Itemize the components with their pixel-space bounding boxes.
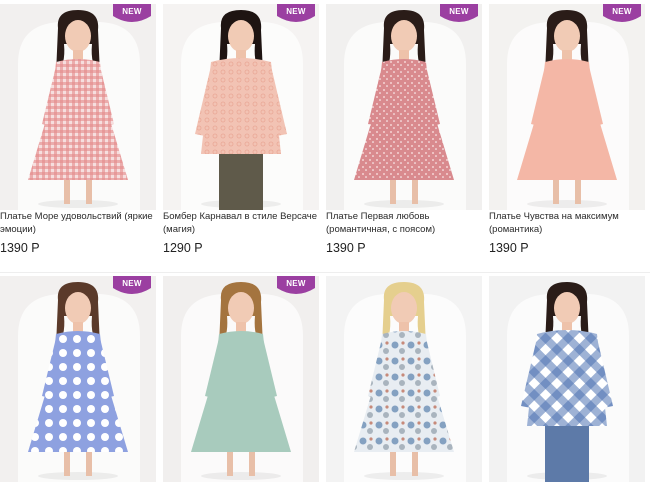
- product-title[interactable]: Платье Первая любовь (романтичная, с поя…: [326, 210, 482, 236]
- product-title[interactable]: Бомбер Карнавал в стиле Версаче (магия): [163, 210, 319, 236]
- model-illustration: [0, 276, 156, 482]
- model-illustration: [326, 276, 482, 482]
- product-price: 1290 Р: [163, 241, 203, 255]
- new-badge-label: NEW: [286, 279, 306, 288]
- product-card[interactable]: NEW: [163, 276, 319, 482]
- new-badge: NEW: [603, 4, 641, 24]
- product-card[interactable]: NEW: [0, 276, 156, 482]
- product-photo[interactable]: [326, 4, 482, 210]
- product-card[interactable]: NEW Бомбер Карнавал в стиле Версаче (маги…: [163, 4, 319, 270]
- new-badge-label: NEW: [122, 279, 142, 288]
- new-badge-label: NEW: [122, 7, 142, 16]
- new-badge: NEW: [440, 4, 478, 24]
- product-card[interactable]: [326, 276, 482, 482]
- product-photo[interactable]: [163, 276, 319, 482]
- product-card[interactable]: NEW Платье Чувства на максимум (романтика…: [489, 4, 645, 270]
- product-photo[interactable]: [489, 276, 645, 482]
- product-title[interactable]: Платье Чувства на максимум (романтика): [489, 210, 645, 236]
- product-card[interactable]: [489, 276, 645, 482]
- product-card[interactable]: NEW Платье Море удовольствий (яркие эмоци…: [0, 4, 156, 270]
- row-divider: [0, 272, 650, 273]
- model-illustration: [489, 4, 645, 210]
- product-title[interactable]: Платье Море удовольствий (яркие эмоции): [0, 210, 156, 236]
- new-badge: NEW: [113, 4, 151, 24]
- product-photo[interactable]: [0, 276, 156, 482]
- new-badge: NEW: [277, 276, 315, 296]
- model-illustration: [0, 4, 156, 210]
- model-illustration: [489, 276, 645, 482]
- product-price: 1390 Р: [489, 241, 529, 255]
- model-illustration: [163, 276, 319, 482]
- model-illustration: [163, 4, 319, 210]
- model-illustration: [326, 4, 482, 210]
- product-photo[interactable]: [0, 4, 156, 210]
- new-badge-label: NEW: [612, 7, 632, 16]
- new-badge: NEW: [113, 276, 151, 296]
- product-photo[interactable]: [163, 4, 319, 210]
- product-price: 1390 Р: [326, 241, 366, 255]
- product-card[interactable]: NEW Платье Первая любовь (романтичная, с …: [326, 4, 482, 270]
- product-photo[interactable]: [326, 276, 482, 482]
- new-badge-label: NEW: [449, 7, 469, 16]
- new-badge: NEW: [277, 4, 315, 24]
- new-badge-label: NEW: [286, 7, 306, 16]
- product-photo[interactable]: [489, 4, 645, 210]
- product-price: 1390 Р: [0, 241, 40, 255]
